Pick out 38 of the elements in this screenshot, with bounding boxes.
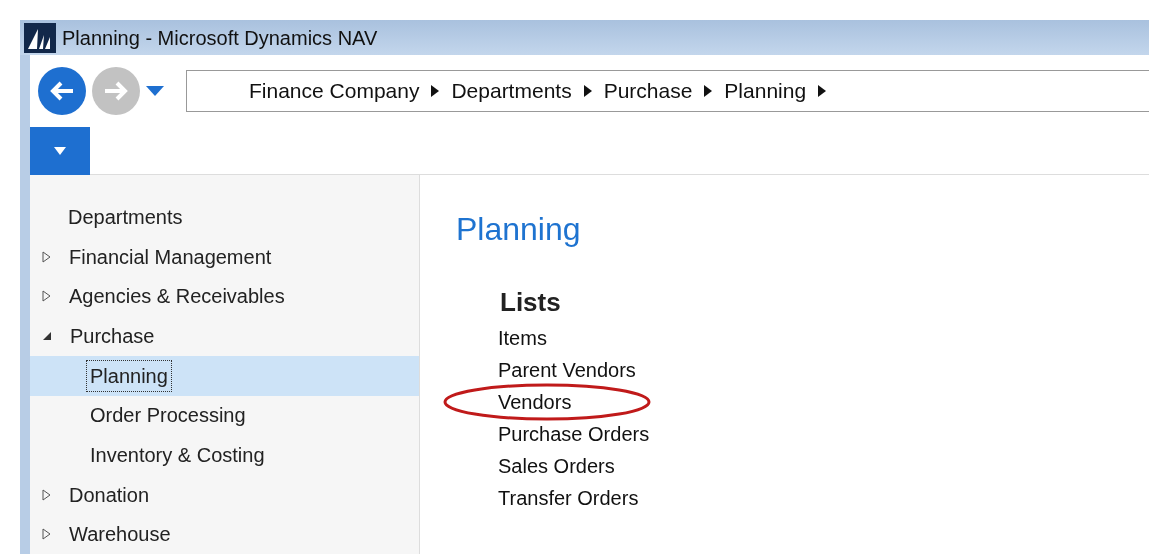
tree-heading: Departments bbox=[68, 205, 183, 230]
tree-item[interactable]: Donation bbox=[69, 479, 150, 510]
breadcrumb-arrow-icon[interactable] bbox=[818, 85, 827, 97]
expand-icon[interactable] bbox=[42, 528, 51, 541]
tree-item[interactable]: Financial Management bbox=[69, 241, 272, 272]
breadcrumb-arrow-icon[interactable] bbox=[704, 85, 713, 97]
back-arrow-icon bbox=[49, 80, 75, 102]
expand-icon[interactable] bbox=[42, 488, 51, 501]
tree-item[interactable]: Purchase bbox=[70, 321, 155, 352]
app-logo-icon bbox=[24, 22, 56, 53]
caret-icon bbox=[54, 147, 66, 155]
breadcrumb-link[interactable]: Planning bbox=[724, 75, 807, 107]
section-heading: Lists bbox=[500, 286, 561, 319]
tree-item[interactable]: Order Processing bbox=[86, 400, 250, 431]
breadcrumb-arrow-icon[interactable] bbox=[583, 85, 592, 97]
list-link[interactable]: Parent Vendors bbox=[498, 355, 636, 385]
list-link[interactable]: Sales Orders bbox=[498, 451, 615, 481]
address-bar[interactable]: Finance Company Departments Purchase Planning bbox=[186, 70, 1149, 112]
tree-item[interactable]: Agencies & Receivables bbox=[69, 281, 285, 312]
list-link[interactable]: Items bbox=[498, 323, 547, 353]
forward-arrow-icon bbox=[103, 80, 129, 102]
tree-item[interactable]: Inventory & Costing bbox=[86, 439, 269, 470]
ribbon-toggle-button[interactable] bbox=[30, 127, 90, 175]
list-link[interactable]: Purchase Orders bbox=[498, 419, 650, 449]
breadcrumb-link[interactable]: Departments bbox=[451, 75, 572, 107]
breadcrumb-arrow-icon[interactable] bbox=[431, 85, 440, 97]
tree-item[interactable]: Planning bbox=[86, 359, 172, 392]
breadcrumb-link[interactable]: Finance Company bbox=[249, 75, 420, 107]
history-dropdown-icon[interactable] bbox=[146, 86, 164, 96]
expand-icon[interactable] bbox=[42, 250, 51, 263]
list-link[interactable]: Transfer Orders bbox=[498, 483, 639, 513]
back-button[interactable] bbox=[38, 67, 86, 115]
expand-icon[interactable] bbox=[42, 290, 51, 303]
tree-item[interactable]: Warehouse bbox=[69, 519, 171, 550]
collapse-icon[interactable] bbox=[42, 331, 52, 342]
breadcrumb-link[interactable]: Purchase bbox=[603, 75, 693, 107]
window-title: Planning - Microsoft Dynamics NAV bbox=[62, 25, 378, 51]
page-title: Planning bbox=[456, 210, 581, 249]
